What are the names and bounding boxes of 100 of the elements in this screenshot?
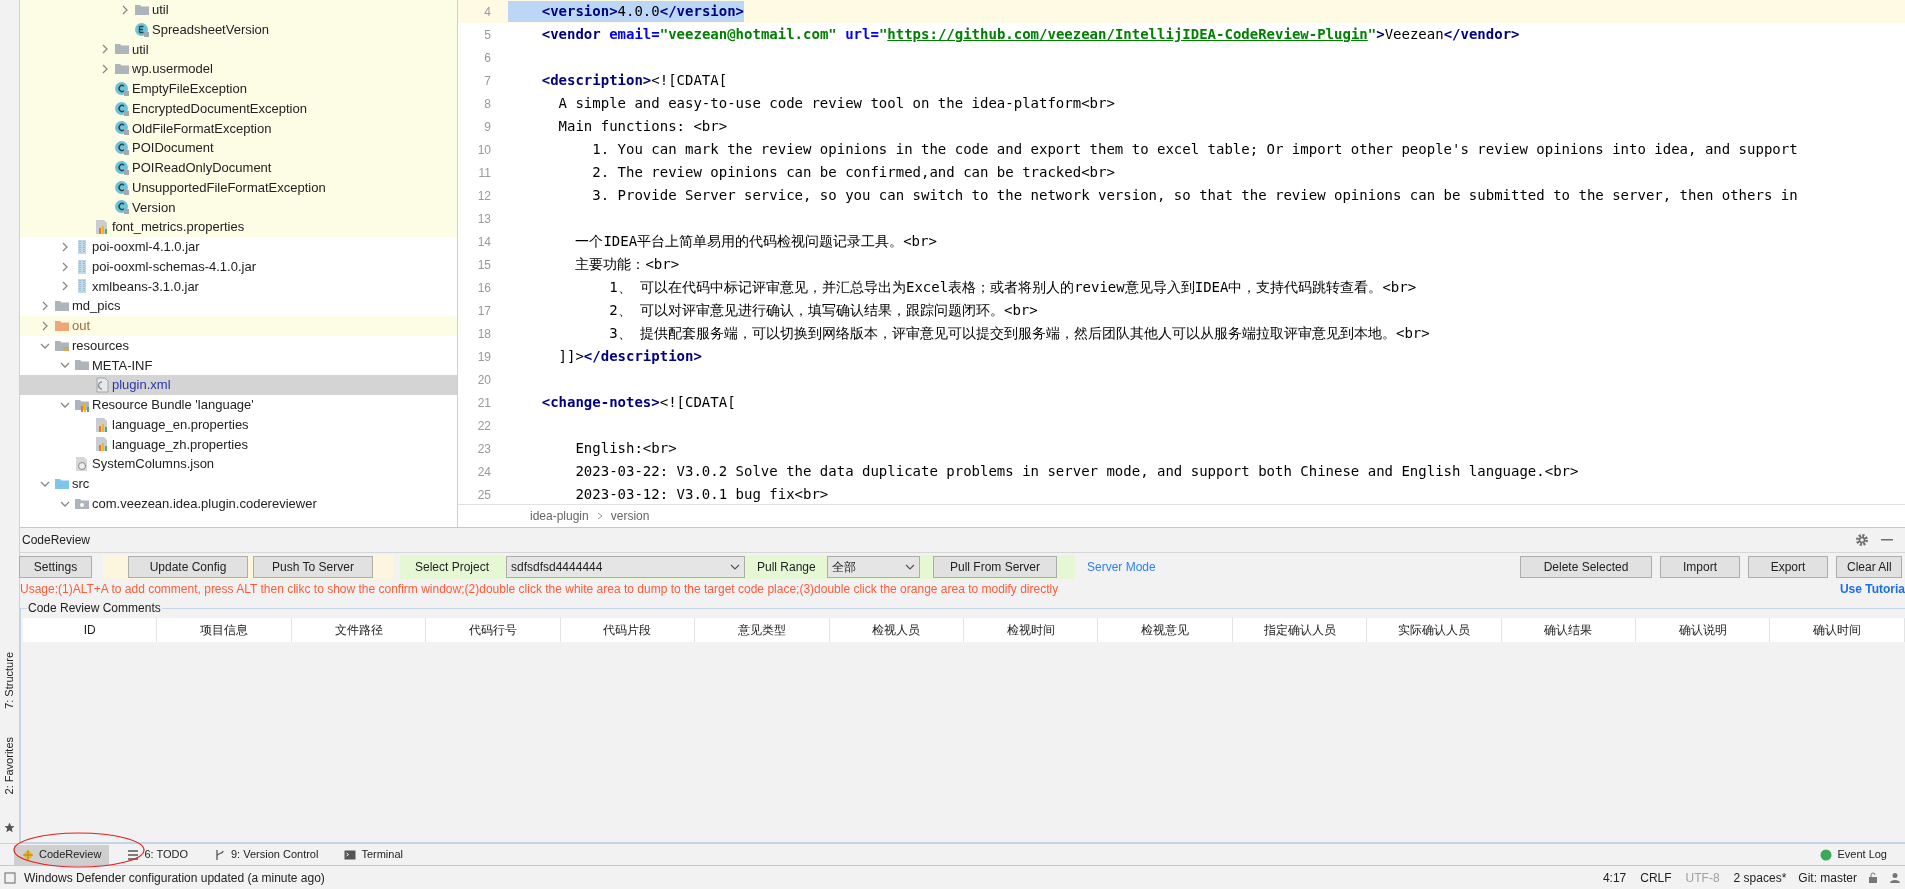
code-line: 1、 可以在代码中标记评审意见，并汇总导出为Excel表格；或者将别人的review意见导入到IDEA中，支持代码跳转查看。<br>: [608, 278, 1417, 297]
code-line: <change-notes><![CDATA[: [540, 393, 736, 412]
tool-tab[interactable]: Terminal: [336, 844, 411, 865]
column-header[interactable]: 确认结果: [1501, 618, 1637, 642]
line-number: 25: [476, 486, 492, 504]
lock-icon: [1867, 871, 1879, 884]
status-square-icon: [4, 871, 16, 884]
tree-item[interactable]: EncryptedDocumentException: [20, 98, 457, 119]
line-number: 19: [476, 348, 492, 366]
line-number: 21: [476, 394, 492, 412]
class-icon: [114, 120, 130, 137]
column-header[interactable]: 意见类型: [695, 618, 830, 642]
properties-file-icon: [94, 416, 110, 433]
caret-position[interactable]: 4:17: [1602, 868, 1627, 887]
tree-item[interactable]: util: [20, 0, 457, 20]
line-number: 4: [483, 3, 492, 21]
line-number: 15: [476, 256, 492, 274]
dropdown[interactable]: 全部: [827, 555, 920, 578]
code-line: English:<br>: [574, 439, 677, 458]
field-label: Select Project: [415, 558, 491, 576]
column-header[interactable]: 确认说明: [1636, 618, 1771, 642]
breadcrumb[interactable]: version: [610, 507, 650, 525]
indent-setting[interactable]: 2 spaces*: [1733, 868, 1787, 887]
tree-item[interactable]: UnsupportedFileFormatException: [20, 177, 457, 198]
class-icon: [114, 199, 130, 216]
line-number: 22: [476, 417, 492, 435]
status-message: Windows Defender configuration updated (a minute ago): [24, 869, 325, 887]
line-number: 17: [476, 302, 492, 320]
tutorial-link[interactable]: Use Tutoria: [1839, 579, 1905, 598]
properties-file-icon: [94, 219, 110, 236]
tree-item[interactable]: POIReadOnlyDocument: [20, 158, 457, 178]
line-number: 23: [476, 440, 492, 458]
toolbar-button[interactable]: Update Config: [128, 555, 248, 578]
pull-button[interactable]: Pull From Server: [933, 555, 1057, 578]
tool-window-tab[interactable]: 7: Structure: [1, 651, 18, 709]
column-header[interactable]: 检视时间: [963, 618, 1099, 642]
settings-button[interactable]: Settings: [19, 555, 92, 578]
code-line: 1. You can mark the review opinions in the code and export them to excel table; Or import other people's review opinions into idea, and support: [591, 140, 1798, 159]
column-header[interactable]: 确认时间: [1770, 618, 1905, 642]
settings-icon[interactable]: [1855, 533, 1869, 547]
tree-item[interactable]: SpreadsheetVersion: [20, 19, 457, 40]
column-header[interactable]: 文件路径: [291, 618, 427, 642]
column-header[interactable]: 检视人员: [829, 618, 964, 642]
class-icon: [114, 80, 130, 97]
tree-item[interactable]: plugin.xml: [20, 375, 457, 395]
tree-item[interactable]: wp.usermodel: [20, 59, 457, 79]
class-icon: [114, 179, 130, 196]
toolbar-button[interactable]: Delete Selected: [1520, 555, 1652, 578]
code-line: <description><![CDATA[: [540, 71, 728, 90]
column-header[interactable]: 代码行号: [426, 618, 561, 642]
toolbar-button[interactable]: Import: [1660, 555, 1740, 578]
column-header[interactable]: 检视意见: [1098, 618, 1233, 642]
chevron-right-icon: [596, 512, 603, 520]
list-icon: [127, 848, 140, 861]
column-header[interactable]: ID: [23, 618, 158, 642]
line-separator[interactable]: CRLF: [1640, 868, 1672, 887]
line-number: 10: [476, 141, 492, 159]
line-number: 7: [483, 72, 492, 90]
tree-item[interactable]: Version: [20, 197, 457, 218]
properties-file-icon: [94, 436, 110, 453]
terminal-icon: [344, 848, 357, 861]
tree-item[interactable]: out: [20, 316, 457, 336]
enum-icon: [134, 21, 150, 38]
code-line: <vendor email="veezean@hotmail.com" url="https://github.com/veezean/IntellijIDEA-CodeReview-Plugin">Veezean</vendor>: [540, 25, 1520, 44]
line-number: 13: [476, 210, 492, 228]
json-file-icon: [74, 456, 90, 473]
class-icon: [114, 159, 130, 176]
mode-link[interactable]: Server Mode: [1087, 557, 1156, 576]
breadcrumb[interactable]: idea-plugin: [530, 507, 589, 525]
balloon-icon: [1820, 848, 1833, 861]
code-line: 3. Provide Server service, so you can switch to the network version, so that the review opinions can be submitted to the server, then others in: [591, 186, 1798, 205]
code-line: 2023-03-12: V3.0.1 bug fix<br>: [574, 485, 829, 504]
code-line: Main functions: <br>: [557, 117, 728, 136]
toolbar-button[interactable]: Export: [1748, 555, 1828, 578]
code-line: ]]></description>: [557, 347, 702, 366]
column-header[interactable]: 代码片段: [560, 618, 696, 642]
tree-item[interactable]: font_metrics.properties: [20, 217, 457, 237]
toolbar-button[interactable]: Clear All: [1836, 555, 1902, 578]
tree-item[interactable]: OldFileFormatException: [20, 118, 457, 139]
column-header[interactable]: 项目信息: [157, 618, 292, 642]
tool-tab[interactable]: 9: Version Control: [206, 844, 327, 865]
line-number: 11: [477, 164, 492, 182]
code-line: A simple and easy-to-use code review tool on the idea-platform<br>: [557, 94, 1115, 113]
tool-tab[interactable]: CodeReview: [14, 844, 110, 865]
column-header[interactable]: 指定确认人员: [1232, 618, 1368, 642]
line-number: 12: [476, 187, 492, 205]
event-log-button[interactable]: Event Log: [1820, 846, 1887, 863]
tree-item[interactable]: util: [20, 39, 457, 60]
dropdown[interactable]: sdfsdfsd4444444: [506, 555, 745, 578]
line-number: 18: [476, 325, 492, 343]
tree-item[interactable]: POIDocument: [20, 138, 457, 158]
tool-tab[interactable]: 6: TODO: [119, 844, 196, 865]
column-header[interactable]: 实际确认人员: [1367, 618, 1502, 642]
code-line: 2023-03-22: V3.0.2 Solve the data duplicate problems in server mode, and support both Chinese and English language.<br>: [574, 462, 1579, 481]
line-number: 20: [476, 371, 492, 389]
toolbar-button[interactable]: Push To Server: [253, 555, 373, 578]
line-number: 6: [483, 49, 492, 67]
git-branch[interactable]: Git: master: [1798, 868, 1857, 887]
tree-item[interactable]: EmptyFileException: [20, 79, 457, 99]
tool-window-tab[interactable]: 2: Favorites: [1, 736, 18, 794]
